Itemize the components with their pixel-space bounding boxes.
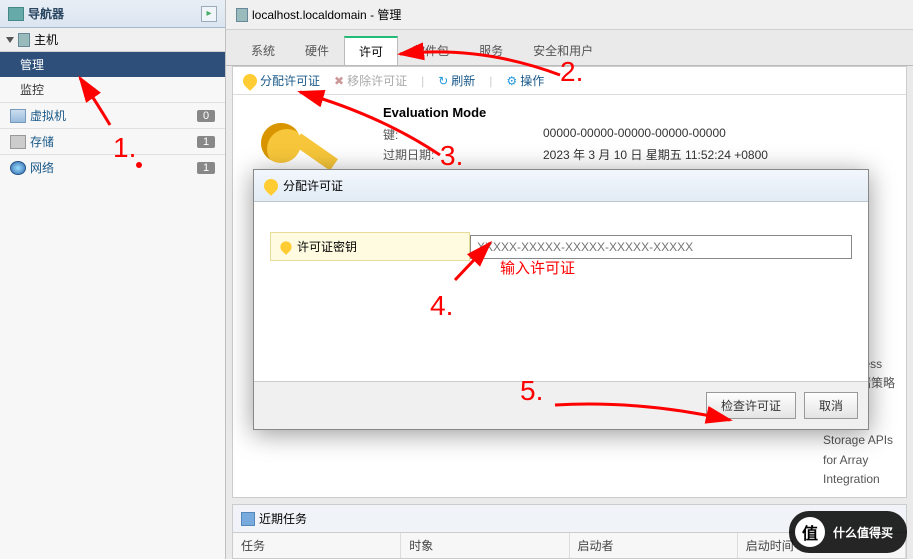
count-badge: 0 (197, 110, 215, 122)
inventory-storage[interactable]: 存储 1 (0, 128, 225, 154)
inventory-network[interactable]: 网络 1 (0, 154, 225, 180)
separator: | (489, 74, 492, 88)
col-task[interactable]: 任务 (233, 533, 401, 558)
host-label: 主机 (34, 31, 58, 48)
host-node[interactable]: 主机 (0, 28, 225, 52)
licensing-toolbar: 分配许可证 ✖移除许可证 | ↻刷新 | ⚙操作 (233, 67, 906, 95)
datastore-icon (10, 135, 26, 149)
breadcrumb: localhost.localdomain - 管理 (226, 0, 913, 30)
refresh-icon: ↻ (438, 74, 448, 88)
watermark-text: 什么值得买 (833, 524, 893, 541)
gear-icon: ⚙ (506, 74, 517, 88)
key-icon (240, 71, 260, 91)
collapse-icon[interactable]: ▸ (201, 6, 217, 22)
license-key-input[interactable] (470, 235, 852, 259)
expire-label: 过期日期: (383, 146, 543, 163)
check-license-button[interactable]: 检查许可证 (706, 392, 796, 419)
dialog-title: 分配许可证 (283, 177, 343, 194)
remove-license-button[interactable]: ✖移除许可证 (334, 72, 407, 89)
navigator-header: 导航器 ▸ (0, 0, 225, 28)
count-badge: 1 (197, 136, 215, 148)
tab-services[interactable]: 服务 (464, 36, 518, 65)
key-icon (278, 239, 294, 255)
navigator-panel: 导航器 ▸ 主机 管理 监控 虚拟机 0 存储 1 网络 1 (0, 0, 226, 559)
chevron-down-icon (6, 37, 14, 43)
navigator-icon (8, 7, 24, 21)
actions-button[interactable]: ⚙操作 (506, 72, 544, 89)
dialog-footer: 检查许可证 取消 (254, 381, 868, 429)
cancel-button[interactable]: 取消 (804, 392, 858, 419)
col-initiator[interactable]: 启动者 (570, 533, 738, 558)
refresh-button[interactable]: ↻刷新 (438, 72, 475, 89)
sidebar-item-monitor[interactable]: 监控 (0, 77, 225, 102)
tab-bar: 系统 硬件 许可 软件包 服务 安全和用户 (226, 30, 913, 66)
key-remove-icon: ✖ (334, 74, 344, 88)
license-mode: Evaluation Mode (383, 105, 768, 120)
watermark: 值 什么值得买 (789, 511, 907, 553)
inventory-label: 存储 (30, 133, 197, 150)
tasks-icon (241, 512, 255, 526)
separator: | (421, 74, 424, 88)
tab-system[interactable]: 系统 (236, 36, 290, 65)
watermark-badge: 值 (795, 517, 825, 547)
col-target[interactable]: 时象 (401, 533, 569, 558)
host-icon (18, 33, 30, 47)
inventory-label: 网络 (30, 159, 197, 176)
dialog-titlebar[interactable]: 分配许可证 (254, 170, 868, 202)
sidebar-item-manage[interactable]: 管理 (0, 52, 225, 77)
inventory-label: 虚拟机 (30, 107, 197, 124)
inventory-vm[interactable]: 虚拟机 0 (0, 102, 225, 128)
expire-value: 2023 年 3 月 10 日 星期五 11:52:24 +0800 (543, 146, 768, 163)
key-value: 00000-00000-00000-00000-00000 (543, 126, 726, 143)
page-title: localhost.localdomain - 管理 (252, 6, 401, 23)
assign-license-button[interactable]: 分配许可证 (243, 72, 320, 89)
key-label: 键: (383, 126, 543, 143)
tab-security[interactable]: 安全和用户 (518, 36, 608, 65)
network-icon (10, 161, 26, 175)
count-badge: 1 (197, 162, 215, 174)
navigator-title: 导航器 (28, 5, 64, 22)
host-icon (236, 8, 248, 22)
tab-licensing[interactable]: 许可 (344, 36, 398, 65)
key-icon (261, 176, 281, 196)
tasks-title: 近期任务 (259, 510, 307, 527)
vm-icon (10, 109, 26, 123)
assign-license-dialog: 分配许可证 许可证密钥 检查许可证 取消 (253, 169, 869, 430)
tab-hardware[interactable]: 硬件 (290, 36, 344, 65)
license-key-label: 许可证密钥 (270, 232, 470, 261)
tab-packages[interactable]: 软件包 (398, 36, 464, 65)
